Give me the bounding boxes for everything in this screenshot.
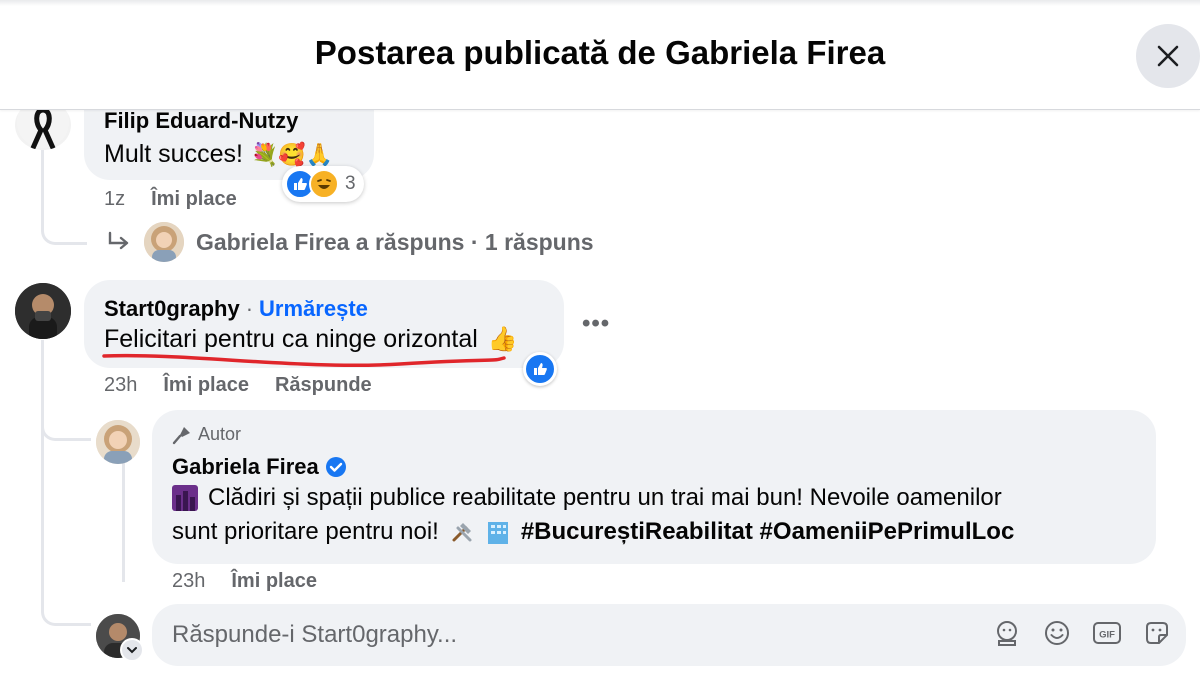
reply-text-line2: sunt prioritare pentru noi! — [172, 518, 439, 545]
more-options-button[interactable]: ••• — [582, 310, 610, 338]
view-replies-link[interactable]: Gabriela Firea a răspuns · 1 răspuns — [106, 222, 594, 262]
reply-bubble-gabriela: Autor Gabriela Firea Clădiri și spații p… — [152, 410, 1156, 564]
emoji-flowers-love-pray: 💐🥰🙏 — [250, 141, 334, 167]
gif-icon[interactable]: GIF — [1092, 618, 1122, 648]
thread-line-2 — [41, 340, 44, 610]
avatar-gabriela-small — [144, 222, 184, 262]
dialog-header: Postarea publicată de Gabriela Firea — [0, 0, 1200, 110]
sticker-icon[interactable] — [1142, 618, 1172, 648]
reply-button[interactable]: Răspunde — [275, 374, 372, 397]
red-underline-annotation — [102, 353, 506, 368]
like-button[interactable]: Îmi place — [151, 188, 237, 211]
reply-author[interactable]: Gabriela Firea — [172, 454, 319, 480]
city-night-emoji-icon — [172, 485, 198, 511]
comment-meta-filip: 1z Îmi place — [104, 188, 237, 211]
reply-timestamp[interactable]: 23h — [172, 570, 205, 593]
reply-input-box[interactable]: GIF — [152, 604, 1186, 666]
emoji-icon[interactable] — [1042, 618, 1072, 648]
hammer-wrench-emoji-icon — [452, 523, 472, 542]
office-building-emoji-icon — [487, 522, 508, 544]
chevron-down-icon — [127, 647, 137, 654]
thread-connector-2 — [41, 405, 91, 441]
microphone-icon — [172, 426, 190, 444]
reactions-summary[interactable]: 3 — [282, 166, 364, 202]
comment-timestamp[interactable]: 23h — [104, 374, 137, 397]
author-badge: Autor — [198, 424, 242, 444]
haha-reaction-icon — [309, 169, 339, 199]
avatar-start0graphy[interactable] — [15, 283, 71, 339]
input-toolbar: GIF — [992, 618, 1172, 648]
thread-line-3 — [122, 462, 125, 582]
comment-author[interactable]: Start0graphy — [104, 296, 240, 322]
reply-arrow-icon — [108, 231, 129, 250]
comment-meta-start0graphy: 23h Îmi place Răspunde — [104, 374, 372, 397]
replies-summary-text: Gabriela Firea a răspuns · 1 răspuns — [196, 228, 594, 255]
verified-badge-icon — [325, 457, 346, 477]
account-switcher-button[interactable] — [120, 638, 144, 662]
comment-timestamp[interactable]: 1z — [104, 188, 125, 211]
comment-author[interactable]: Filip Eduard-Nutzy — [104, 108, 298, 134]
like-button[interactable]: Îmi place — [231, 570, 317, 593]
like-button[interactable]: Îmi place — [163, 374, 249, 397]
thread-connector-3 — [41, 590, 91, 626]
reply-text-line1: Clădiri și spații publice reabilitate pe… — [208, 484, 1002, 511]
thread-connector-1 — [41, 200, 87, 245]
reply-input[interactable] — [172, 621, 892, 649]
hashtags[interactable]: #BucureștiReabilitat #OameniiPePrimulLoc — [521, 518, 1015, 546]
avatar-sticker-icon[interactable] — [992, 618, 1022, 648]
avatar-gabriela[interactable] — [96, 420, 140, 464]
reaction-count: 3 — [345, 173, 356, 194]
background-strip — [0, 0, 1200, 6]
close-icon — [1157, 45, 1179, 67]
like-icon — [534, 363, 547, 375]
like-reaction-badge[interactable] — [523, 352, 557, 386]
reply-meta: 23h Îmi place — [172, 570, 317, 593]
dialog-title: Postarea publicată de Gabriela Firea — [314, 34, 886, 71]
svg-text:GIF: GIF — [1099, 630, 1115, 641]
close-button[interactable] — [1136, 24, 1200, 88]
separator-dot: · — [245, 296, 254, 321]
comment-text: Mult succes! — [104, 140, 243, 168]
follow-button[interactable]: Urmărește — [259, 296, 368, 322]
